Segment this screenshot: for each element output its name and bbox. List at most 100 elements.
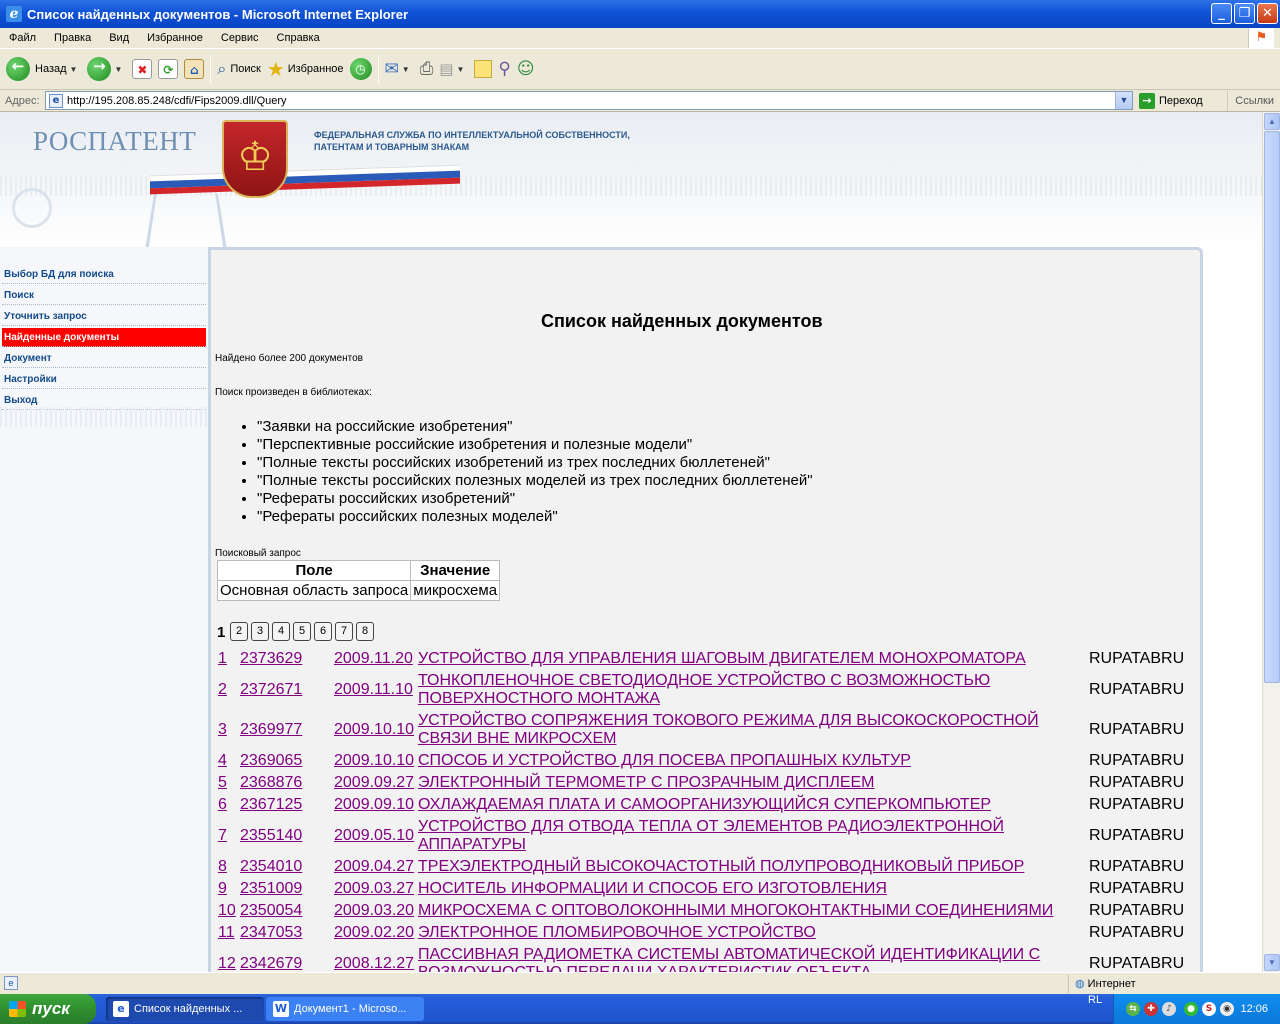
result-id-link[interactable]: 2347053	[240, 924, 334, 942]
result-number-link[interactable]: 2	[218, 681, 240, 699]
result-date-link[interactable]: 2009.03.27	[334, 880, 418, 898]
result-title-link[interactable]: УСТРОЙСТВО ДЛЯ ОТВОДА ТЕПЛА ОТ ЭЛЕМЕНТОВ…	[418, 818, 1089, 854]
address-url[interactable]: http://195.208.85.248/cdfi/Fips2009.dll/…	[67, 95, 287, 107]
result-date-link[interactable]: 2009.09.27	[334, 774, 418, 792]
result-date-link[interactable]: 2009.02.20	[334, 924, 418, 942]
stop-button[interactable]: ✖	[132, 53, 153, 85]
sidebar-item-refine-query[interactable]: Уточнить запрос	[2, 307, 206, 326]
taskbar-item-ie[interactable]: e Список найденных ...	[106, 997, 264, 1021]
mail-button[interactable]: ✉ ▼	[385, 53, 414, 85]
menu-tools[interactable]: Сервис	[212, 32, 268, 44]
sidebar-item-found-documents[interactable]: Найденные документы	[2, 328, 206, 347]
result-date-link[interactable]: 2009.11.20	[334, 650, 418, 668]
result-title-link[interactable]: ЭЛЕКТРОННЫЙ ТЕРМОМЕТР С ПРОЗРАЧНЫМ ДИСПЛ…	[418, 774, 1089, 792]
scrollbar-thumb[interactable]	[1264, 131, 1280, 683]
result-id-link[interactable]: 2355140	[240, 827, 334, 845]
result-id-link[interactable]: 2350054	[240, 902, 334, 920]
back-button[interactable]: ← Назад ▼	[6, 53, 81, 85]
sidebar-item-select-db[interactable]: Выбор БД для поиска	[2, 265, 206, 284]
result-title-link[interactable]: ОХЛАЖДАЕМАЯ ПЛАТА И САМООРГАНИЗУЮЩИЙСЯ С…	[418, 796, 1089, 814]
result-title-link[interactable]: СПОСОБ И УСТРОЙСТВО ДЛЯ ПОСЕВА ПРОПАШНЫХ…	[418, 752, 1089, 770]
result-number-link[interactable]: 5	[218, 774, 240, 792]
menu-file[interactable]: Файл	[0, 32, 45, 44]
start-button[interactable]: пуск	[0, 994, 96, 1024]
result-date-link[interactable]: 2009.10.10	[334, 721, 418, 739]
result-number-link[interactable]: 10	[218, 902, 240, 920]
refresh-button[interactable]: ⟳	[158, 53, 179, 85]
result-title-link[interactable]: ТРЕХЭЛЕКТРОДНЫЙ ВЫСОКОЧАСТОТНЫЙ ПОЛУПРОВ…	[418, 858, 1089, 876]
result-id-link[interactable]: 2354010	[240, 858, 334, 876]
language-indicator[interactable]: RL	[1088, 994, 1102, 1024]
page-button-8[interactable]: 8	[356, 622, 374, 641]
messenger-button[interactable]: ☺	[517, 53, 535, 85]
result-date-link[interactable]: 2009.10.10	[334, 752, 418, 770]
scroll-up-icon[interactable]: ▲	[1264, 113, 1280, 130]
edit-button[interactable]: ▤ ▼	[439, 53, 468, 85]
page-button-4[interactable]: 4	[272, 622, 290, 641]
result-id-link[interactable]: 2351009	[240, 880, 334, 898]
result-id-link[interactable]: 2369065	[240, 752, 334, 770]
forward-dropdown-icon[interactable]: ▼	[114, 65, 122, 74]
result-number-link[interactable]: 6	[218, 796, 240, 814]
result-id-link[interactable]: 2368876	[240, 774, 334, 792]
history-button[interactable]: ◷	[349, 53, 372, 85]
tray-volume-icon[interactable]: ♪	[1162, 1002, 1176, 1016]
result-number-link[interactable]: 1	[218, 650, 240, 668]
tray-sos-icon[interactable]: S	[1202, 1002, 1216, 1016]
result-number-link[interactable]: 4	[218, 752, 240, 770]
page-button-7[interactable]: 7	[335, 622, 353, 641]
result-number-link[interactable]: 7	[218, 827, 240, 845]
address-dropdown-icon[interactable]: ▼	[1115, 92, 1132, 109]
sidebar-item-document[interactable]: Документ	[2, 349, 206, 368]
tray-network-icon[interactable]: ⇆	[1126, 1002, 1140, 1016]
result-date-link[interactable]: 2009.05.10	[334, 827, 418, 845]
mail-dropdown-icon[interactable]: ▼	[402, 65, 410, 74]
result-date-link[interactable]: 2008.12.27	[334, 955, 418, 972]
result-id-link[interactable]: 2342679	[240, 955, 334, 972]
menu-view[interactable]: Вид	[100, 32, 138, 44]
forward-button[interactable]: → ▼	[87, 53, 126, 85]
discuss-button[interactable]	[474, 53, 493, 85]
result-number-link[interactable]: 8	[218, 858, 240, 876]
tray-status-icon[interactable]: ●	[1184, 1002, 1198, 1016]
result-title-link[interactable]: УСТРОЙСТВО ДЛЯ УПРАВЛЕНИЯ ШАГОВЫМ ДВИГАТ…	[418, 650, 1089, 668]
close-button[interactable]: ✕	[1257, 3, 1278, 24]
result-id-link[interactable]: 2367125	[240, 796, 334, 814]
edit-dropdown-icon[interactable]: ▼	[456, 65, 464, 74]
vertical-scrollbar[interactable]: ▲ ▼	[1262, 112, 1280, 972]
sidebar-item-settings[interactable]: Настройки	[2, 370, 206, 389]
result-number-link[interactable]: 3	[218, 721, 240, 739]
minimize-button[interactable]: _	[1211, 3, 1232, 24]
result-title-link[interactable]: УСТРОЙСТВО СОПРЯЖЕНИЯ ТОКОВОГО РЕЖИМА ДЛ…	[418, 712, 1089, 748]
result-number-link[interactable]: 12	[218, 955, 240, 972]
home-button[interactable]: ⌂	[184, 53, 205, 85]
result-date-link[interactable]: 2009.04.27	[334, 858, 418, 876]
tray-antivirus-icon[interactable]: ✚	[1144, 1002, 1158, 1016]
scroll-down-icon[interactable]: ▼	[1264, 954, 1280, 971]
result-id-link[interactable]: 2372671	[240, 681, 334, 699]
menu-help[interactable]: Справка	[268, 32, 329, 44]
favorites-button[interactable]: ★ Избранное	[267, 53, 344, 85]
search-button[interactable]: ⌕ Поиск	[217, 53, 260, 85]
result-date-link[interactable]: 2009.11.10	[334, 681, 418, 699]
sidebar-item-search[interactable]: Поиск	[2, 286, 206, 305]
result-title-link[interactable]: ПАССИВНАЯ РАДИОМЕТКА СИСТЕМЫ АВТОМАТИЧЕС…	[418, 946, 1089, 972]
page-button-3[interactable]: 3	[251, 622, 269, 641]
research-button[interactable]: ⚲	[498, 53, 510, 85]
result-title-link[interactable]: ЭЛЕКТРОННОЕ ПЛОМБИРОВОЧНОЕ УСТРОЙСТВО	[418, 924, 1089, 942]
page-button-6[interactable]: 6	[314, 622, 332, 641]
address-input[interactable]: e http://195.208.85.248/cdfi/Fips2009.dl…	[45, 91, 1133, 110]
back-dropdown-icon[interactable]: ▼	[70, 65, 78, 74]
tray-audio-icon[interactable]: ◉	[1220, 1002, 1234, 1016]
links-toolbar[interactable]: Ссылки	[1227, 90, 1274, 111]
maximize-button[interactable]: ❐	[1234, 3, 1255, 24]
go-button[interactable]: → Переход	[1139, 92, 1203, 109]
result-number-link[interactable]: 11	[218, 924, 240, 942]
result-id-link[interactable]: 2373629	[240, 650, 334, 668]
result-date-link[interactable]: 2009.09.10	[334, 796, 418, 814]
taskbar-item-word[interactable]: W Документ1 - Microso...	[266, 997, 424, 1021]
rospatent-logo[interactable]: РОСПАТЕНТ	[33, 126, 196, 157]
print-button[interactable]: ⎙	[420, 53, 434, 85]
result-date-link[interactable]: 2009.03.20	[334, 902, 418, 920]
menu-edit[interactable]: Правка	[45, 32, 100, 44]
